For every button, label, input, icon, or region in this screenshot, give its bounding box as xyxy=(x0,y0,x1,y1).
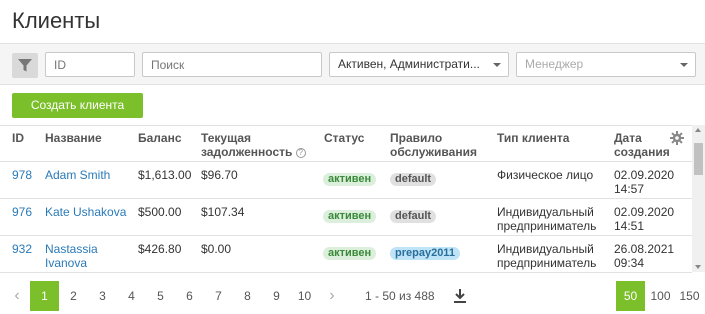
client-name-line1: Kate Ushakova xyxy=(45,205,127,219)
next-page-icon[interactable]: › xyxy=(322,281,342,311)
page-button[interactable]: 10 xyxy=(290,281,319,311)
table-header: ID Название Баланс Текущая задолженность… xyxy=(0,125,692,162)
header-balance[interactable]: Баланс xyxy=(138,131,182,145)
client-id-link[interactable]: 932 xyxy=(12,242,32,256)
created-date: 02.09.2020 xyxy=(614,168,675,182)
header-status[interactable]: Статус xyxy=(324,131,364,145)
page-button[interactable]: 4 xyxy=(117,281,146,311)
per-page-150[interactable]: 150 xyxy=(675,281,704,311)
table-row[interactable]: 976 Kate Ushakova $500.00 $107.34 активе… xyxy=(0,199,692,236)
client-type-line1: Физическое лицо xyxy=(497,168,594,182)
header-debt-line1: Текущая xyxy=(201,131,252,145)
debt-cell: $107.34 xyxy=(201,205,245,219)
header-debt-line2: задолженность xyxy=(201,145,293,159)
filter-toggle-button[interactable] xyxy=(12,53,38,78)
header-created[interactable]: Дата создания xyxy=(614,131,670,159)
download-icon[interactable] xyxy=(452,288,468,304)
scroll-down-icon[interactable] xyxy=(695,265,701,269)
client-type-line1: Индивидуальный xyxy=(497,242,594,256)
rule-badge: default xyxy=(390,173,437,186)
scroll-thumb[interactable] xyxy=(694,143,703,175)
manager-select-placeholder: Менеджер xyxy=(525,57,584,71)
client-name-line2: Ivanova xyxy=(45,256,88,270)
search-input[interactable] xyxy=(142,52,322,77)
created-date: 26.08.2021 xyxy=(614,242,675,256)
client-type-cell: Индивидуальный предприниматель xyxy=(497,205,596,233)
header-name[interactable]: Название xyxy=(45,131,102,145)
pagination: ‹ 1 2 3 4 5 6 7 8 9 10 › 1 - 50 из 488 5… xyxy=(0,280,705,314)
client-type-cell: Индивидуальный предприниматель xyxy=(497,242,596,270)
per-page-100[interactable]: 100 xyxy=(646,281,675,311)
header-rule-line1: Правило xyxy=(390,131,443,145)
header-rule-line2: обслуживания xyxy=(390,145,477,159)
created-time: 14:57 xyxy=(614,182,645,196)
table-scrollbar[interactable] xyxy=(692,125,705,272)
page-title: Клиенты xyxy=(12,8,101,33)
chevron-down-icon xyxy=(493,63,501,67)
gear-icon[interactable] xyxy=(670,131,684,145)
create-client-button[interactable]: Создать клиента xyxy=(12,93,143,118)
table-row[interactable]: 932 Nastassia Ivanova $426.80 $0.00 акти… xyxy=(0,236,692,273)
rule-badge: default xyxy=(390,210,437,223)
client-id-link[interactable]: 978 xyxy=(12,168,32,182)
client-type-line2: предприниматель xyxy=(497,256,597,270)
page-button[interactable]: 5 xyxy=(146,281,175,311)
page-button[interactable]: 7 xyxy=(204,281,233,311)
client-type-line2: предприниматель xyxy=(497,219,597,233)
prev-page-icon[interactable]: ‹ xyxy=(7,281,27,311)
created-time: 14:51 xyxy=(614,219,645,233)
header-created-line1: Дата xyxy=(614,131,642,145)
debt-cell: $0.00 xyxy=(201,242,232,256)
filter-bar: Активен, Администрати... Менеджер xyxy=(0,43,705,85)
id-filter-input[interactable] xyxy=(45,52,135,77)
header-type[interactable]: Тип клиента xyxy=(497,131,569,145)
status-badge: активен xyxy=(323,210,377,223)
created-cell: 26.08.2021 09:34 xyxy=(614,242,674,270)
table-row[interactable]: 978 Adam Smith $1,613.00 $96.70 активен … xyxy=(0,162,692,199)
page-button[interactable]: 2 xyxy=(59,281,88,311)
client-name-link[interactable]: Nastassia Ivanova xyxy=(45,242,98,270)
status-select-value: Активен, Администрати... xyxy=(338,57,480,71)
header-id[interactable]: ID xyxy=(12,131,24,145)
header-created-line2: создания xyxy=(614,145,670,159)
page-button[interactable]: 9 xyxy=(262,281,291,311)
balance-cell: $1,613.00 xyxy=(138,168,192,182)
client-name-link[interactable]: Adam Smith xyxy=(45,168,110,182)
help-icon[interactable]: ? xyxy=(295,148,306,158)
status-badge: активен xyxy=(323,173,377,186)
client-name-link[interactable]: Kate Ushakova xyxy=(45,205,126,219)
client-type-cell: Физическое лицо xyxy=(497,168,593,182)
page-button[interactable]: 6 xyxy=(175,281,204,311)
per-page-50[interactable]: 50 xyxy=(616,281,645,311)
header-debt[interactable]: Текущая задолженность ? xyxy=(201,131,306,159)
scroll-up-icon[interactable] xyxy=(695,128,701,132)
client-name-line1: Adam Smith xyxy=(45,168,111,182)
created-date: 02.09.2020 xyxy=(614,205,675,219)
chevron-down-icon xyxy=(680,63,688,67)
page-range: 1 - 50 из 488 xyxy=(365,289,435,303)
status-select[interactable]: Активен, Администрати... xyxy=(329,52,509,77)
client-name-line1: Nastassia xyxy=(45,242,98,256)
balance-cell: $426.80 xyxy=(138,242,182,256)
page-button[interactable]: 3 xyxy=(88,281,117,311)
created-time: 09:34 xyxy=(614,256,645,270)
page-button[interactable]: 1 xyxy=(30,281,59,311)
client-type-line1: Индивидуальный xyxy=(497,205,594,219)
debt-cell: $96.70 xyxy=(201,168,238,182)
created-cell: 02.09.2020 14:51 xyxy=(614,205,674,233)
manager-select[interactable]: Менеджер xyxy=(516,52,696,77)
balance-cell: $500.00 xyxy=(138,205,182,219)
client-id-link[interactable]: 976 xyxy=(12,205,32,219)
created-cell: 02.09.2020 14:57 xyxy=(614,168,674,196)
status-badge: активен xyxy=(323,247,377,260)
page-button[interactable]: 8 xyxy=(233,281,262,311)
rule-badge: prepay2011 xyxy=(390,247,460,260)
funnel-icon xyxy=(18,59,32,72)
header-rule[interactable]: Правило обслуживания xyxy=(390,131,477,159)
